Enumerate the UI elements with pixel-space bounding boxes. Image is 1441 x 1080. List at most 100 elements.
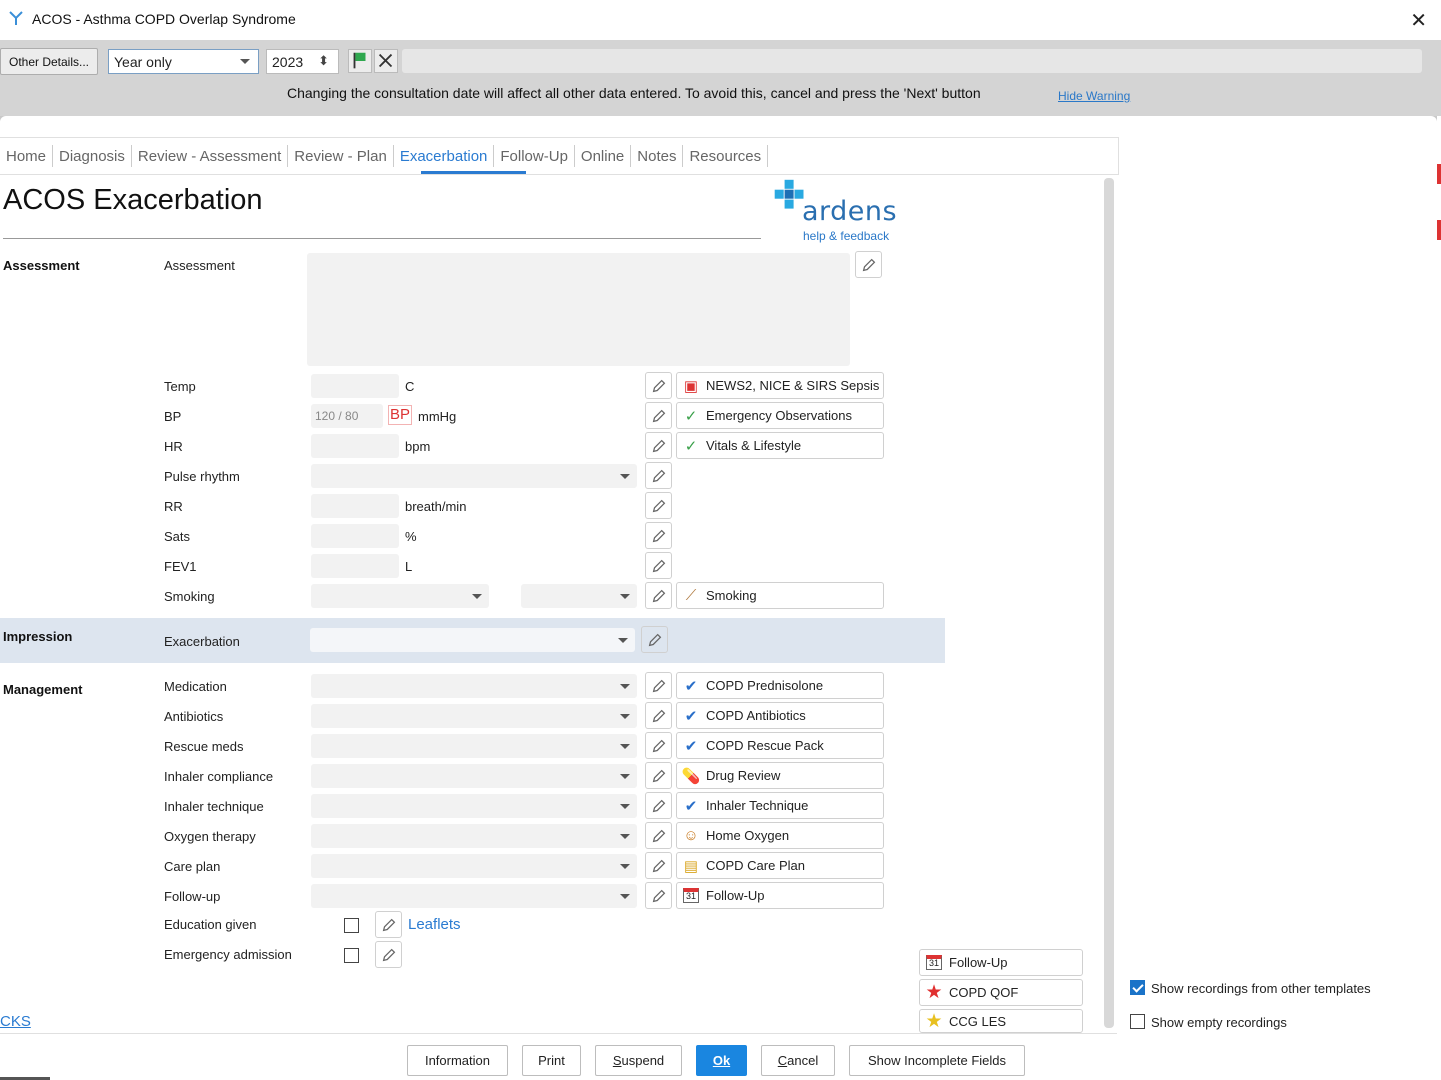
confirm-date-button[interactable] (348, 49, 372, 73)
tab-review-assessment[interactable]: Review - Assessment (132, 145, 289, 167)
vitals-lifestyle-button[interactable]: ✓ Vitals & Lifestyle (676, 432, 884, 459)
smoking-template-button[interactable]: ⟋ Smoking (676, 582, 884, 609)
medication-edit-button[interactable] (645, 672, 672, 699)
care-plan-edit-button[interactable] (645, 852, 672, 879)
tab-home[interactable]: Home (0, 145, 54, 167)
follow-up-edit-button[interactable] (645, 882, 672, 909)
emergency-observations-button[interactable]: ✓ Emergency Observations (676, 402, 884, 429)
year-spinner[interactable]: 2023 ⬍ (266, 49, 339, 74)
exacerbation-edit-button[interactable] (641, 626, 668, 653)
sats-unit: % (405, 529, 417, 544)
follow-up-select[interactable] (311, 884, 637, 908)
pencil-icon (648, 633, 661, 646)
side-follow-up-button[interactable]: 31 Follow-Up (919, 949, 1083, 976)
cks-link[interactable]: CKS (0, 1013, 31, 1030)
assessment-edit-button[interactable] (855, 251, 882, 278)
show-other-templates-checkbox[interactable] (1130, 980, 1145, 995)
education-edit-button[interactable] (375, 911, 402, 938)
sats-input[interactable] (311, 524, 399, 548)
care-plan-select[interactable] (311, 854, 637, 878)
information-button[interactable]: Information (407, 1045, 508, 1076)
print-button[interactable]: Print (522, 1045, 581, 1076)
leaflets-link[interactable]: Leaflets (408, 916, 461, 933)
inhaler-compliance-edit-button[interactable] (645, 762, 672, 789)
pencil-icon (652, 589, 665, 602)
vertical-scrollbar[interactable] (1104, 178, 1114, 1028)
rescue-meds-select[interactable] (311, 734, 637, 758)
smoking-status-select[interactable] (311, 584, 489, 608)
tab-notes[interactable]: Notes (631, 145, 684, 167)
news2-sepsis-button[interactable]: ▣ NEWS2, NICE & SIRS Sepsis (676, 372, 884, 399)
consultation-note-field[interactable] (402, 49, 1422, 73)
inhaler-technique-edit-button[interactable] (645, 792, 672, 819)
smoking-amount-select[interactable] (521, 584, 637, 608)
tab-follow-up[interactable]: Follow-Up (494, 145, 575, 167)
exacerbation-select[interactable] (310, 628, 635, 652)
close-icon[interactable]: ✕ (1410, 8, 1427, 33)
sats-edit-button[interactable] (645, 522, 672, 549)
management-link-label: COPD Prednisolone (706, 678, 824, 693)
ok-button[interactable]: Ok (696, 1045, 747, 1076)
management-link-6[interactable]: ▤ COPD Care Plan (676, 852, 884, 879)
title-bar: ACOS - Asthma COPD Overlap Syndrome ✕ (0, 0, 1441, 40)
rescue-meds-edit-button[interactable] (645, 732, 672, 759)
help-feedback-link[interactable]: help & feedback (803, 229, 889, 243)
pencil-icon (652, 889, 665, 902)
antibiotics-edit-button[interactable] (645, 702, 672, 729)
fev1-label: FEV1 (164, 559, 197, 574)
bp-badge-icon[interactable]: BP (388, 405, 413, 425)
smoking-label: Smoking (164, 589, 215, 604)
tab-exacerbation[interactable]: Exacerbation (394, 145, 495, 167)
bp-edit-button[interactable] (645, 402, 672, 429)
management-link-1[interactable]: ✔ COPD Antibiotics (676, 702, 884, 729)
show-incomplete-button[interactable]: Show Incomplete Fields (849, 1045, 1025, 1076)
pulse-rhythm-edit-button[interactable] (645, 462, 672, 489)
oxygen-therapy-select[interactable] (311, 824, 637, 848)
temp-edit-button[interactable] (645, 372, 672, 399)
pulse-rhythm-select[interactable] (311, 464, 637, 488)
fev1-input[interactable] (311, 554, 399, 578)
management-link-5[interactable]: ☺ Home Oxygen (676, 822, 884, 849)
education-given-checkbox[interactable] (344, 918, 359, 933)
inhaler-technique-select[interactable] (311, 794, 637, 818)
follow-up-label: Follow-up (164, 889, 221, 904)
hr-input[interactable] (311, 434, 399, 458)
copd-qof-button[interactable]: ★ COPD QOF (919, 979, 1083, 1006)
date-mode-select[interactable]: Year only (108, 49, 259, 74)
management-link-4[interactable]: ✔ Inhaler Technique (676, 792, 884, 819)
page-title: ACOS Exacerbation (3, 184, 263, 216)
clear-date-button[interactable] (374, 49, 398, 73)
antibiotics-select[interactable] (311, 704, 637, 728)
ardens-logo[interactable]: ardens help & feedback (772, 178, 912, 244)
other-details-button[interactable]: Other Details... (0, 48, 98, 75)
emergency-admission-checkbox[interactable] (344, 948, 359, 963)
hide-warning-link[interactable]: Hide Warning (1058, 89, 1130, 103)
oxygen-therapy-edit-button[interactable] (645, 822, 672, 849)
inhaler-compliance-select[interactable] (311, 764, 637, 788)
show-empty-checkbox[interactable] (1130, 1014, 1145, 1029)
hr-edit-button[interactable] (645, 432, 672, 459)
suspend-button[interactable]: Suspend (595, 1045, 682, 1076)
fev1-edit-button[interactable] (645, 552, 672, 579)
tab-online[interactable]: Online (575, 145, 632, 167)
emergency-admission-edit-button[interactable] (375, 941, 402, 968)
management-link-3[interactable]: 💊 Drug Review (676, 762, 884, 789)
rr-edit-button[interactable] (645, 492, 672, 519)
tab-diagnosis[interactable]: Diagnosis (53, 145, 132, 167)
tab-review-plan[interactable]: Review - Plan (288, 145, 394, 167)
medication-select[interactable] (311, 674, 637, 698)
rr-input[interactable] (311, 494, 399, 518)
emergency-admission-label: Emergency admission (164, 947, 292, 962)
management-link-0[interactable]: ✔ COPD Prednisolone (676, 672, 884, 699)
cancel-button[interactable]: Cancel (761, 1045, 835, 1076)
tab-resources[interactable]: Resources (683, 145, 769, 167)
temp-input[interactable] (311, 374, 399, 398)
spinner-icon[interactable]: ⬍ (318, 53, 329, 69)
rr-label: RR (164, 499, 183, 514)
section-impression: Impression (3, 629, 73, 644)
ccg-les-button[interactable]: ★ CCG LES (919, 1009, 1083, 1033)
management-link-7[interactable]: 31 Follow-Up (676, 882, 884, 909)
management-link-2[interactable]: ✔ COPD Rescue Pack (676, 732, 884, 759)
assessment-textarea[interactable] (307, 253, 850, 366)
smoking-edit-button[interactable] (645, 582, 672, 609)
